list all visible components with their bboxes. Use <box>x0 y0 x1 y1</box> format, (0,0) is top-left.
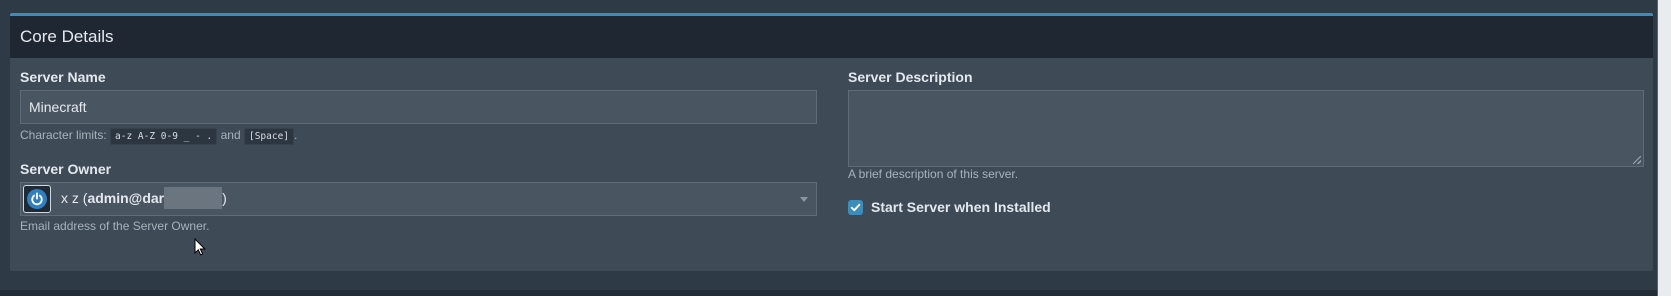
space-code: [Space] <box>243 128 295 145</box>
owner-name: x z <box>61 189 79 206</box>
resize-grip-icon[interactable] <box>1633 156 1641 164</box>
owner-display: x z (admin@dar) <box>61 186 227 209</box>
server-owner-label: Server Owner <box>20 161 112 177</box>
owner-email: admin@dar <box>87 189 165 206</box>
help-and: and <box>220 128 241 142</box>
mouse-cursor-icon <box>194 237 206 261</box>
allowed-chars-code: a-z A-Z 0-9 _ - . <box>110 128 218 145</box>
server-description-label: Server Description <box>848 69 973 85</box>
core-details-panel: Core Details Server Name Minecraft Chara… <box>10 13 1653 271</box>
chevron-down-icon[interactable] <box>800 197 808 202</box>
server-name-value: Minecraft <box>29 99 87 115</box>
server-owner-select[interactable]: x z (admin@dar) <box>20 182 817 216</box>
scrollbar-track[interactable] <box>1658 0 1671 296</box>
server-name-help: Character limits: a-z A-Z 0-9 _ - . and … <box>20 128 298 145</box>
help-prefix: Character limits: <box>20 128 107 142</box>
server-owner-help: Email address of the Server Owner. <box>20 219 210 233</box>
panel-title: Core Details <box>20 27 114 46</box>
panel-body: Server Name Minecraft Character limits: … <box>10 58 1653 271</box>
help-suffix: . <box>294 128 298 142</box>
start-on-install-label: Start Server when Installed <box>871 199 1051 215</box>
avatar <box>23 185 51 213</box>
server-description-textarea[interactable] <box>848 90 1644 167</box>
panel-header: Core Details <box>10 16 1653 58</box>
power-icon <box>27 189 47 209</box>
start-on-install-row[interactable]: Start Server when Installed <box>848 199 1051 215</box>
start-on-install-checkbox[interactable] <box>848 199 863 215</box>
checkmark-icon <box>850 203 861 211</box>
server-name-label: Server Name <box>20 69 106 85</box>
server-name-input[interactable]: Minecraft <box>20 90 817 124</box>
page-background-strip <box>0 290 1671 296</box>
server-description-help: A brief description of this server. <box>848 167 1019 181</box>
redacted-block <box>164 186 223 209</box>
